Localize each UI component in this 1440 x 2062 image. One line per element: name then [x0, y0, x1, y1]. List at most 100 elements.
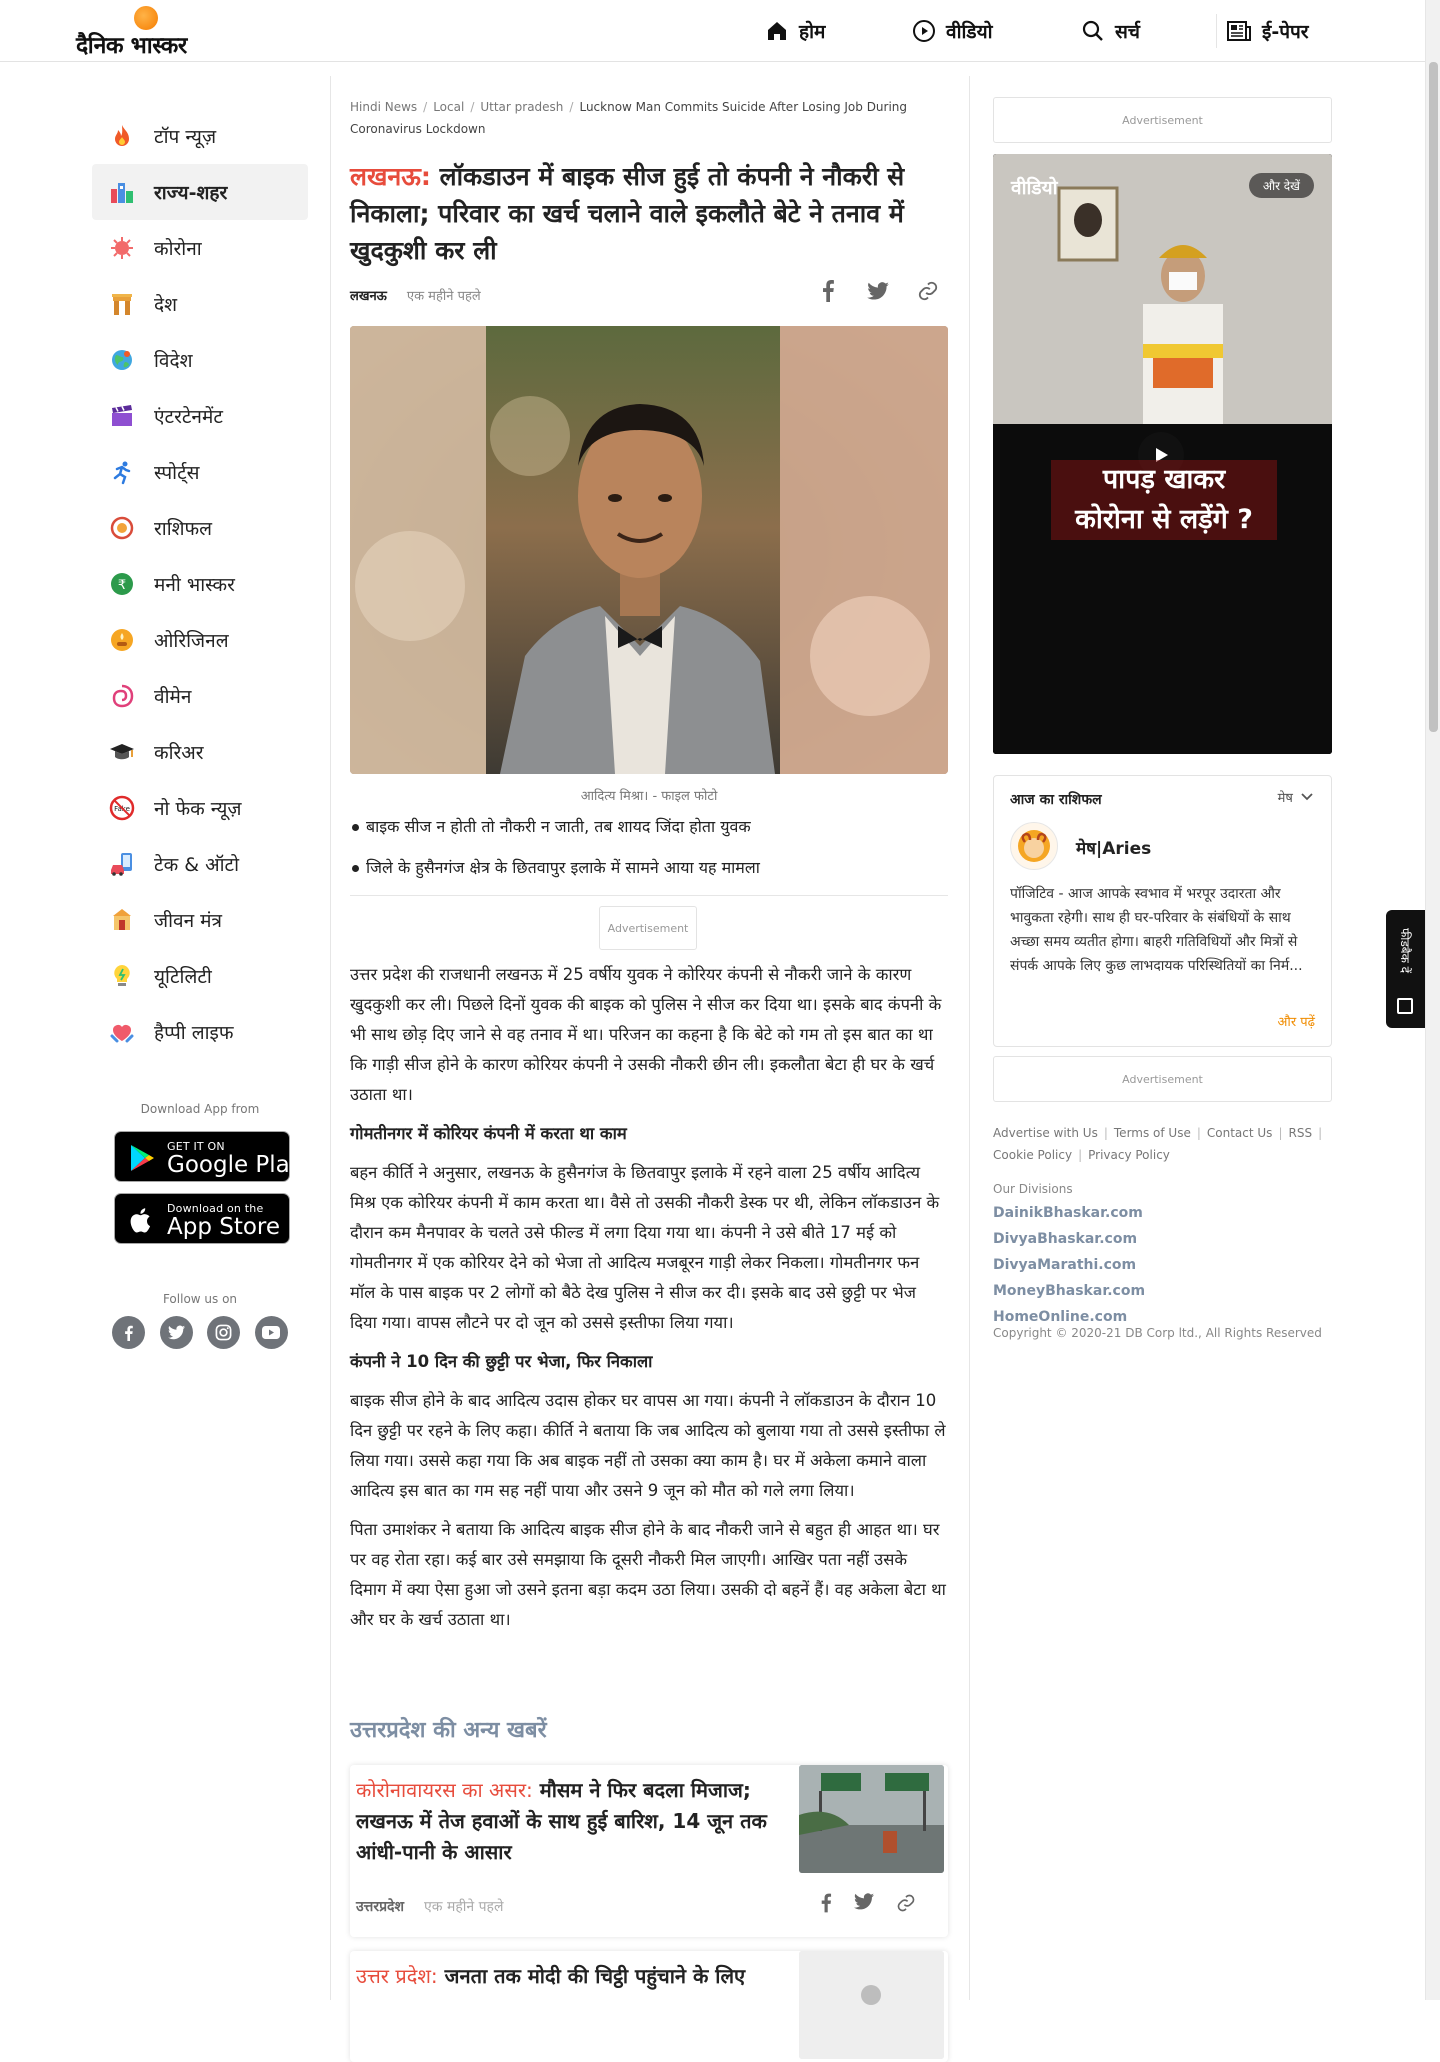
- sidebar-item[interactable]: स्पोर्ट्स: [92, 444, 308, 500]
- sidebar-item[interactable]: ₹ मनी भास्कर: [92, 556, 308, 612]
- copyright: Copyright © 2020-21 DB Corp ltd., All Ri…: [993, 1326, 1322, 1340]
- phone-car-icon: [108, 850, 136, 878]
- video-see-more-button[interactable]: और देखें: [1248, 173, 1314, 198]
- right-top-ad[interactable]: Advertisement: [993, 97, 1332, 143]
- youtube-link[interactable]: [254, 1316, 288, 1349]
- footer-link[interactable]: Privacy Policy: [1088, 1148, 1170, 1162]
- feedback-button[interactable]: फीडबैक दें: [1386, 910, 1425, 1028]
- scrollbar-thumb[interactable]: [1429, 62, 1438, 732]
- google-play-icon: [127, 1143, 157, 1173]
- nav-home[interactable]: होम: [765, 0, 825, 62]
- sidebar-item[interactable]: विदेश: [92, 332, 308, 388]
- footer-link[interactable]: RSS: [1288, 1126, 1312, 1140]
- video-caption-line: कोरोना से लड़ेंगे ?: [1051, 500, 1277, 540]
- sidebar-item-label: ओरिजिनल: [154, 630, 229, 652]
- card-share-facebook-button[interactable]: [820, 1893, 832, 1917]
- division-link[interactable]: DivyaBhaskar.com: [993, 1226, 1145, 1252]
- more-news-title: उत्तरप्रदेश की अन्य खबरें: [350, 1718, 547, 1743]
- card-share-twitter-button[interactable]: [854, 1893, 874, 1917]
- page-scrollbar[interactable]: [1425, 0, 1440, 2000]
- video-widget[interactable]: वीडियो और देखें पापड़ खाकर कोरोना से लड़…: [993, 154, 1332, 754]
- follow-us-label: Follow us on: [162, 1292, 238, 1306]
- inline-ad[interactable]: Advertisement: [599, 906, 697, 950]
- page-title: लखनऊ: लॉकडाउन में बाइक सीज हुई तो कंपनी …: [350, 158, 910, 269]
- rashi-name: मेष|Aries: [1076, 839, 1152, 859]
- right-bottom-ad[interactable]: Advertisement: [993, 1056, 1332, 1102]
- division-link[interactable]: DainikBhaskar.com: [993, 1200, 1145, 1226]
- footer-link[interactable]: Contact Us: [1207, 1126, 1273, 1140]
- footer-link[interactable]: Terms of Use: [1114, 1126, 1191, 1140]
- rashi-select[interactable]: मेष: [1278, 788, 1313, 806]
- twitter-link[interactable]: [159, 1316, 193, 1349]
- news-card-thumbnail[interactable]: [799, 1765, 944, 1873]
- sidebar-item[interactable]: कोरोना: [92, 220, 308, 276]
- news-card-title[interactable]: उत्तर प्रदेश: जनता तक मोदी की चिट्ठी पहु…: [356, 1961, 776, 1992]
- card-copy-link-button[interactable]: [896, 1893, 916, 1917]
- brand-logo[interactable]: दैनिक भास्कर: [76, 6, 226, 59]
- breadcrumb-link-hindi-news[interactable]: Hindi News: [350, 100, 417, 114]
- sidebar-item-label: नो फेक न्यूज़: [154, 798, 242, 820]
- news-card-meta: उत्तरप्रदेश एक महीने पहले: [356, 1897, 503, 1916]
- left-sidebar: टॉप न्यूज़ राज्य-शहर कोरोना देश विदेश एंटरटेन…: [92, 108, 308, 1349]
- division-link[interactable]: DivyaMarathi.com: [993, 1252, 1145, 1278]
- share-bar: [815, 278, 941, 304]
- rashifal-title: आज का राशिफल: [1010, 792, 1102, 808]
- feedback-label: फीडबैक दें: [1398, 928, 1412, 974]
- footer-link[interactable]: Advertise with Us: [993, 1126, 1098, 1140]
- sidebar-item[interactable]: Fake नो फेक न्यूज़: [92, 780, 308, 836]
- news-card[interactable]: उत्तर प्रदेश: जनता तक मोदी की चिट्ठी पहु…: [350, 1951, 948, 2062]
- sidebar-item[interactable]: राशिफल: [92, 500, 308, 556]
- article-hero-image[interactable]: [350, 326, 948, 774]
- breadcrumb: Hindi News / Local / Uttar pradesh / Lucknow M…: [350, 100, 908, 136]
- nav-search-label: सर्च: [1115, 21, 1140, 43]
- facebook-icon: [823, 280, 834, 302]
- article-subheading: गोमतीनगर में कोरियर कंपनी में करता था का…: [350, 1124, 627, 1143]
- sidebar-item[interactable]: यूटिलिटी: [92, 948, 308, 1004]
- no-fake-icon: Fake: [108, 794, 136, 822]
- share-twitter-button[interactable]: [865, 278, 891, 304]
- app-store-button[interactable]: Download on the App Store: [114, 1193, 290, 1244]
- nav-divider: [1216, 14, 1217, 48]
- clapboard-icon: [108, 402, 136, 430]
- facebook-icon: [124, 1325, 133, 1341]
- news-card-thumbnail[interactable]: [799, 1951, 944, 2059]
- sidebar-item-label: एंटरटेनमेंट: [154, 406, 223, 428]
- zodiac-wheel-icon: [108, 514, 136, 542]
- facebook-link[interactable]: [112, 1316, 145, 1349]
- instagram-link[interactable]: [207, 1316, 241, 1349]
- news-card-title[interactable]: कोरोनावायरस का असर: मौसम ने फिर बदला मिज…: [356, 1775, 776, 1868]
- sidebar-item[interactable]: राज्य-शहर: [92, 164, 308, 220]
- nav-epaper-label: ई-पेपर: [1262, 21, 1309, 43]
- share-facebook-button[interactable]: [815, 278, 841, 304]
- breadcrumb-link-uttar-pradesh[interactable]: Uttar pradesh: [480, 100, 563, 114]
- youtube-icon: [262, 1326, 281, 1339]
- sidebar-item[interactable]: हैप्पी लाइफ: [92, 1004, 308, 1060]
- sidebar-item[interactable]: करिअर: [92, 724, 308, 780]
- sidebar-item[interactable]: जीवन मंत्र: [92, 892, 308, 948]
- sidebar-item-label: स्पोर्ट्स: [154, 462, 200, 484]
- division-link[interactable]: MoneyBhaskar.com: [993, 1278, 1145, 1304]
- nav-epaper[interactable]: ई-पेपर: [1226, 0, 1309, 62]
- news-card[interactable]: कोरोनावायरस का असर: मौसम ने फिर बदला मिज…: [350, 1765, 948, 1937]
- sidebar-item[interactable]: टॉप न्यूज़: [92, 108, 308, 164]
- rashifal-read-more-link[interactable]: और पढ़ें: [1278, 1012, 1315, 1030]
- sidebar-item[interactable]: देश: [92, 276, 308, 332]
- city-icon: [108, 178, 136, 206]
- article-subheading: कंपनी ने 10 दिन की छुट्टी पर भेजा, फिर न…: [350, 1352, 653, 1371]
- sidebar-item[interactable]: ओरिजिनल: [92, 612, 308, 668]
- copy-link-button[interactable]: [915, 278, 941, 304]
- facebook-icon: [821, 1893, 832, 1913]
- newspaper-icon: [1226, 19, 1252, 43]
- article-meta: लखनऊ एक महीने पहले: [350, 286, 481, 304]
- chevron-down-icon: [1301, 793, 1313, 801]
- breadcrumb-link-local[interactable]: Local: [433, 100, 464, 114]
- google-play-button[interactable]: GET IT ON Google Play: [114, 1131, 303, 1182]
- nav-search[interactable]: सर्च: [1081, 0, 1140, 62]
- footer-link[interactable]: Cookie Policy: [993, 1148, 1072, 1162]
- india-gate-icon: [108, 290, 136, 318]
- sidebar-item[interactable]: टेक & ऑटो: [92, 836, 308, 892]
- sidebar-item[interactable]: वीमेन: [92, 668, 308, 724]
- nav-video[interactable]: वीडियो: [912, 0, 993, 62]
- sidebar-item[interactable]: एंटरटेनमेंट: [92, 388, 308, 444]
- twitter-icon: [854, 1893, 874, 1910]
